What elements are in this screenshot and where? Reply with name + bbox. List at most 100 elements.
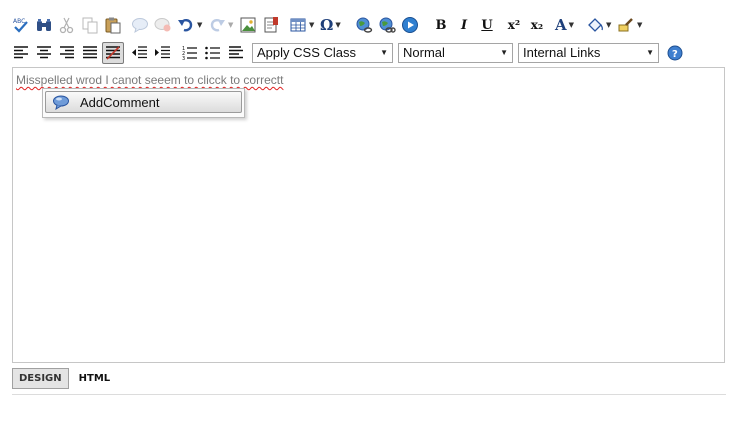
- cut-button[interactable]: [56, 14, 78, 36]
- special-character-button[interactable]: Ω ▼: [318, 14, 348, 36]
- paragraph-format-value: Normal: [403, 45, 445, 60]
- svg-text:3: 3: [182, 56, 185, 62]
- context-menu-item-label: AddComment: [80, 94, 160, 110]
- font-color-icon: A: [555, 16, 567, 34]
- format-brush-button[interactable]: ▼: [615, 14, 645, 36]
- outdent-icon: [132, 46, 147, 59]
- underline-button[interactable]: U: [476, 14, 498, 36]
- editor-mode-tabs: DESIGN HTML: [12, 368, 120, 389]
- align-center-icon: [37, 46, 51, 59]
- table-icon: [290, 18, 306, 32]
- bold-icon: B: [435, 17, 447, 33]
- chevron-down-icon[interactable]: ▼: [309, 21, 314, 29]
- css-class-value: Apply CSS Class: [257, 45, 356, 60]
- context-menu: AddComment: [42, 88, 245, 118]
- paste-button[interactable]: [102, 14, 124, 36]
- document-icon: [264, 17, 278, 33]
- tab-design[interactable]: DESIGN: [12, 368, 69, 389]
- tab-html[interactable]: HTML: [73, 368, 117, 389]
- italic-button[interactable]: I: [453, 14, 475, 36]
- svg-text:?: ?: [672, 49, 678, 60]
- bulleted-list-button[interactable]: [202, 42, 224, 64]
- copy-button[interactable]: [79, 14, 101, 36]
- paint-bucket-icon: [588, 18, 603, 32]
- italic-icon: I: [460, 17, 468, 33]
- numbered-list-button[interactable]: 123: [179, 42, 201, 64]
- css-class-dropdown[interactable]: Apply CSS Class ▼: [252, 43, 393, 63]
- align-left-icon: [14, 46, 28, 59]
- format-brush-icon: [618, 18, 633, 32]
- svg-text:ABC: ABC: [13, 18, 25, 25]
- outdent-button[interactable]: [129, 42, 151, 64]
- help-button[interactable]: ?: [664, 42, 686, 64]
- chevron-down-icon: ▼: [380, 48, 388, 57]
- binoculars-icon: [37, 19, 51, 31]
- justify-icon: [83, 46, 97, 59]
- divider: [12, 394, 726, 395]
- chevron-down-icon: ▼: [500, 48, 508, 57]
- chevron-down-icon[interactable]: ▼: [335, 21, 340, 29]
- comment-bubble-icon: [132, 18, 148, 34]
- internal-links-value: Internal Links: [523, 45, 601, 60]
- undo-icon: [178, 19, 193, 32]
- insert-media-button[interactable]: [399, 14, 421, 36]
- paragraph-icon: [229, 46, 243, 59]
- toolbar-row-1: ABC ▼ ▼ ▼ Ω ▼ B I U x² x₂ A ▼ ▼ ▼: [10, 12, 646, 38]
- delete-comment-icon: [154, 18, 171, 32]
- comment-bubble-icon: [46, 94, 76, 110]
- chevron-down-icon: ▼: [646, 48, 654, 57]
- globe-link-icon: [356, 17, 373, 33]
- remove-alignment-icon: [106, 46, 120, 60]
- underline-icon: U: [481, 17, 493, 33]
- redo-button[interactable]: ▼: [206, 14, 236, 36]
- add-comment-button[interactable]: [129, 14, 151, 36]
- spellcheck-button[interactable]: ABC: [10, 14, 32, 36]
- globe-unlink-icon: [379, 17, 396, 33]
- bold-button[interactable]: B: [430, 14, 452, 36]
- context-menu-item-add-comment[interactable]: AddComment: [45, 91, 242, 113]
- chevron-down-icon[interactable]: ▼: [569, 21, 574, 29]
- align-right-icon: [60, 46, 74, 59]
- hyperlink-button[interactable]: [353, 14, 375, 36]
- justify-button[interactable]: [79, 42, 101, 64]
- fill-color-button[interactable]: ▼: [584, 14, 614, 36]
- subscript-icon: x₂: [530, 18, 544, 32]
- internal-links-dropdown[interactable]: Internal Links ▼: [518, 43, 659, 63]
- chevron-down-icon[interactable]: ▼: [197, 21, 202, 29]
- spellcheck-icon: ABC: [13, 18, 28, 33]
- numbered-list-icon: 123: [182, 46, 197, 62]
- find-button[interactable]: [33, 14, 55, 36]
- toolbar-row-2: 123 Apply CSS Class ▼ Normal ▼ Internal …: [10, 40, 687, 66]
- superscript-icon: x²: [507, 18, 521, 32]
- chevron-down-icon[interactable]: ▼: [606, 21, 611, 29]
- superscript-button[interactable]: x²: [503, 14, 525, 36]
- copy-icon: [82, 17, 98, 34]
- delete-comment-button[interactable]: [152, 14, 174, 36]
- bulleted-list-icon: [205, 46, 220, 60]
- paragraph-button[interactable]: [225, 42, 247, 64]
- help-icon: ?: [667, 45, 683, 61]
- align-center-button[interactable]: [33, 42, 55, 64]
- image-icon: [240, 17, 256, 33]
- chevron-down-icon[interactable]: ▼: [228, 21, 233, 29]
- paste-icon: [105, 17, 121, 34]
- scissors-icon: [59, 17, 74, 34]
- omega-icon: Ω: [320, 16, 334, 34]
- insert-image-button[interactable]: [237, 14, 259, 36]
- subscript-button[interactable]: x₂: [526, 14, 548, 36]
- indent-icon: [155, 46, 170, 59]
- insert-document-button[interactable]: [260, 14, 282, 36]
- editor-text[interactable]: Misspelled wrod I canot seeem to clicck …: [16, 73, 283, 87]
- undo-button[interactable]: ▼: [175, 14, 205, 36]
- chevron-down-icon[interactable]: ▼: [637, 21, 642, 29]
- redo-icon: [210, 19, 225, 32]
- insert-table-button[interactable]: ▼: [287, 14, 317, 36]
- remove-link-button[interactable]: [376, 14, 398, 36]
- remove-alignment-button[interactable]: [102, 42, 124, 64]
- align-right-button[interactable]: [56, 42, 78, 64]
- indent-button[interactable]: [152, 42, 174, 64]
- font-color-button[interactable]: A ▼: [553, 14, 583, 36]
- paragraph-format-dropdown[interactable]: Normal ▼: [398, 43, 513, 63]
- play-icon: [402, 17, 418, 33]
- align-left-button[interactable]: [10, 42, 32, 64]
